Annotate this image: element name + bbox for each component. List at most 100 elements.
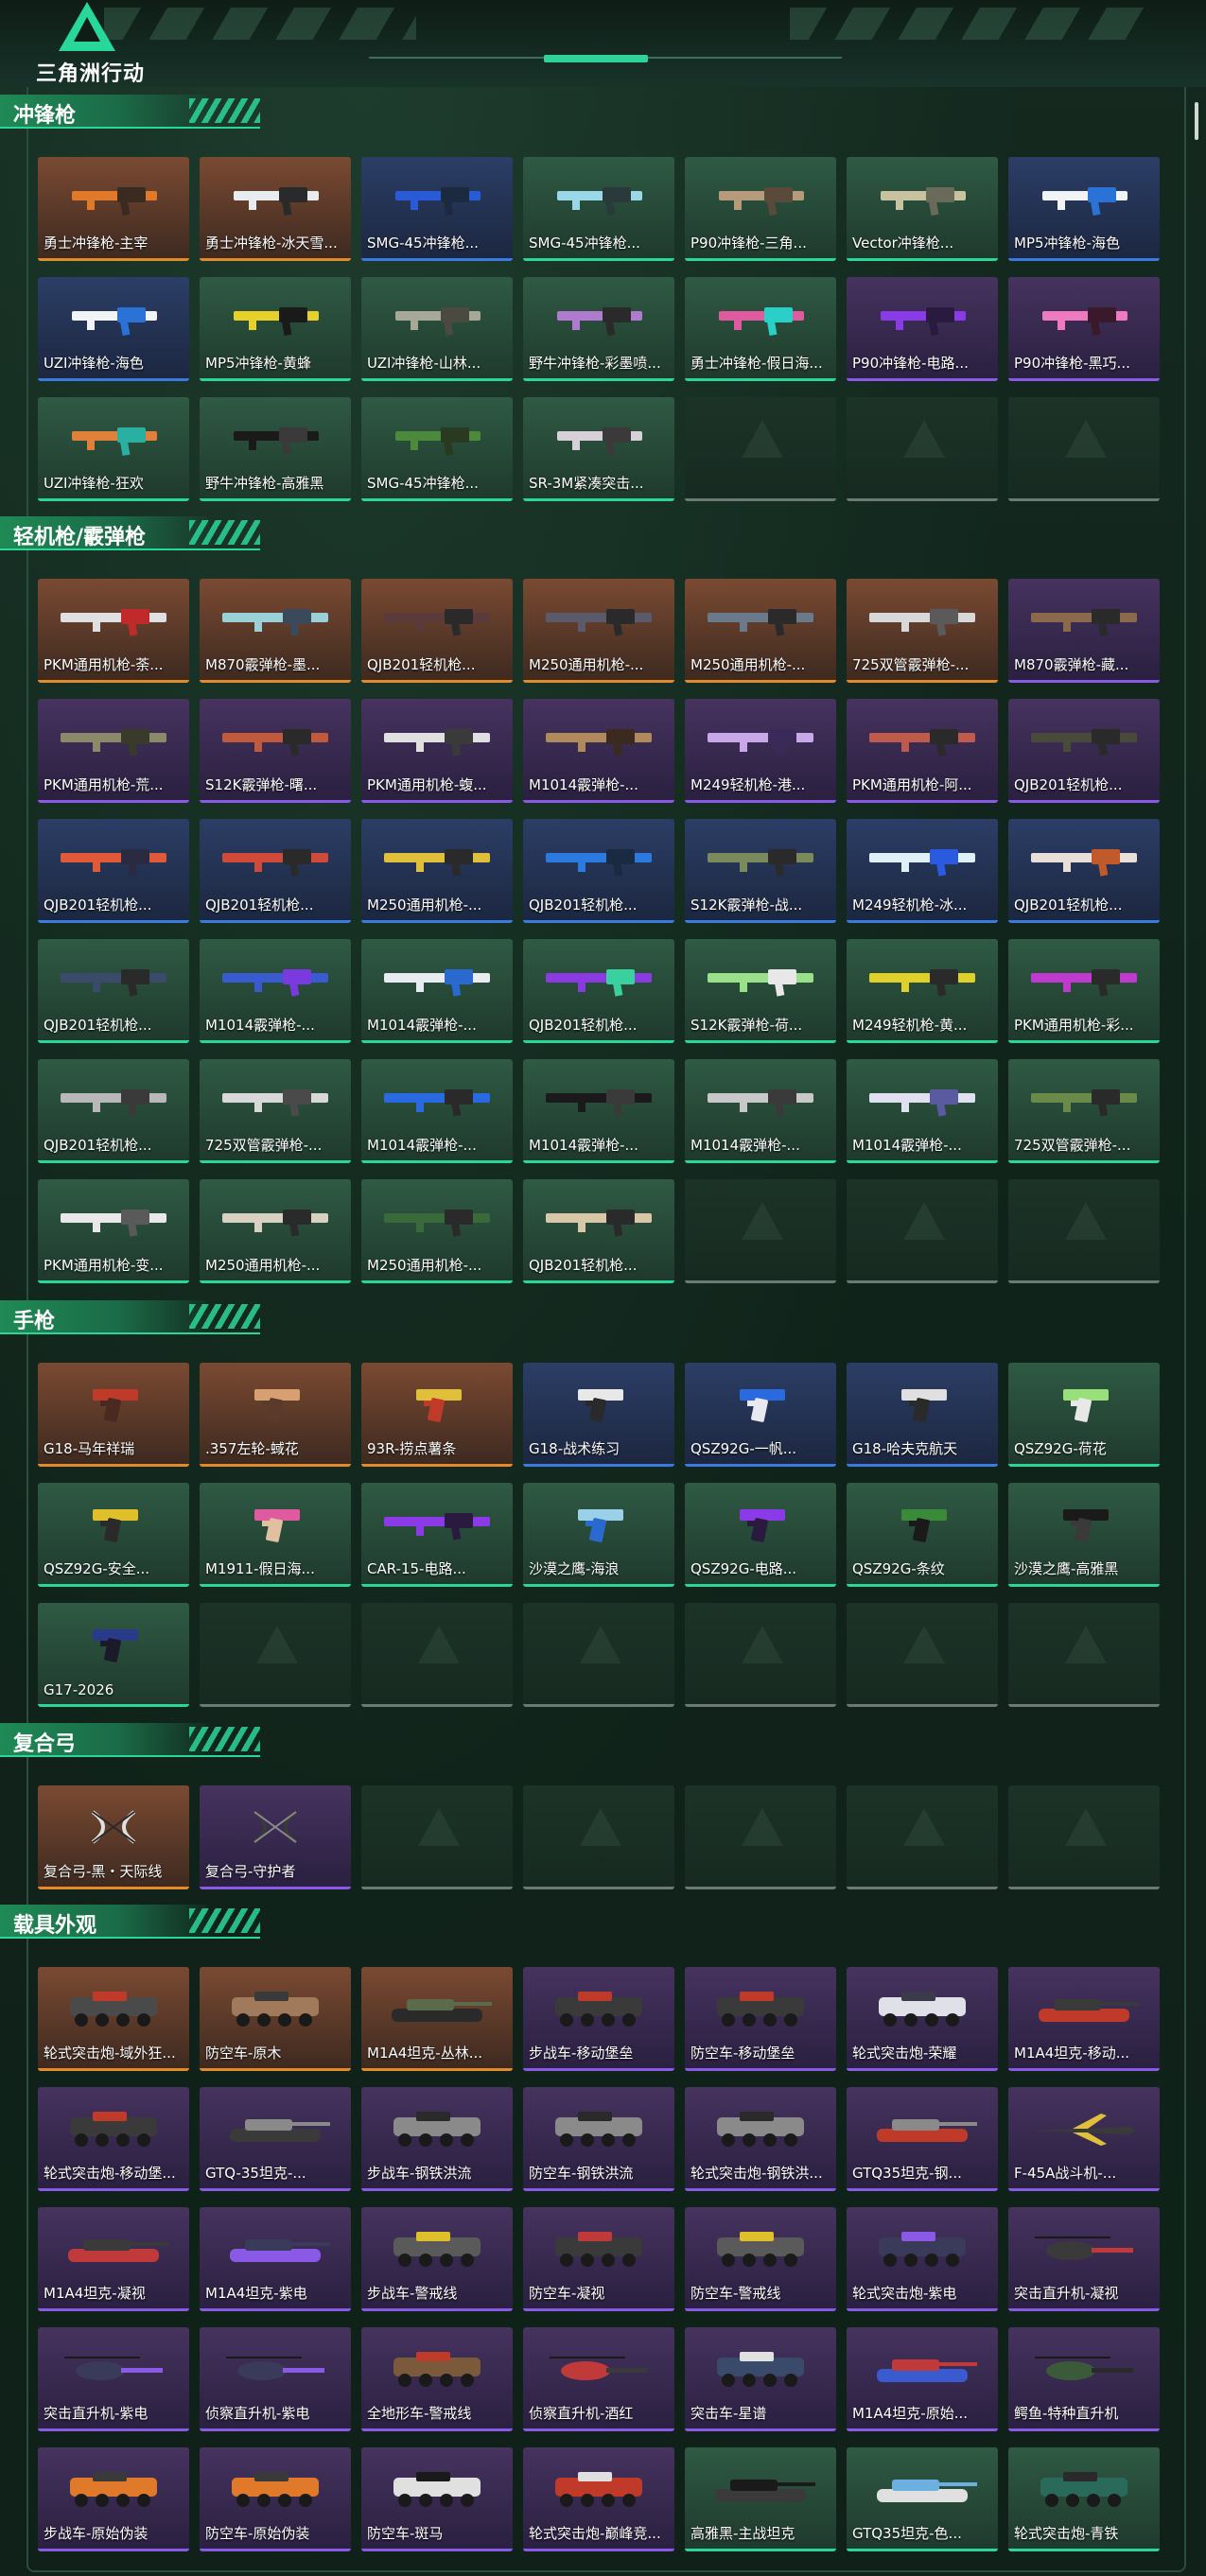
- skin-card[interactable]: 步战车-移动堡垒: [523, 1967, 674, 2071]
- skin-card[interactable]: G18-战术练习: [523, 1363, 674, 1467]
- skin-card[interactable]: M249轻机枪-港...: [685, 699, 836, 803]
- skin-card[interactable]: M1911-假日海...: [200, 1483, 351, 1587]
- skin-card[interactable]: 防空车-警戒线: [685, 2207, 836, 2311]
- skin-card[interactable]: M870霰弹枪-藏...: [1008, 579, 1160, 683]
- skin-card[interactable]: F-45A战斗机-...: [1008, 2087, 1160, 2191]
- skin-card[interactable]: 防空车-原始伪装: [200, 2447, 351, 2551]
- skin-card[interactable]: 725双管霰弹枪-...: [1008, 1059, 1160, 1163]
- skin-card[interactable]: PKM通用机枪-阿...: [847, 699, 998, 803]
- skin-card[interactable]: QJB201轻机枪...: [361, 579, 513, 683]
- skin-card[interactable]: 防空车-钢铁洪流: [523, 2087, 674, 2191]
- skin-card[interactable]: 野牛冲锋枪-彩墨喷...: [523, 277, 674, 381]
- skin-card[interactable]: GTQ35坦克-色...: [847, 2447, 998, 2551]
- skin-card[interactable]: 野牛冲锋枪-高雅黑: [200, 397, 351, 501]
- skin-card[interactable]: 轮式突击炮-紫电: [847, 2207, 998, 2311]
- skin-card[interactable]: M1A4坦克-紫电: [200, 2207, 351, 2311]
- skin-card[interactable]: 防空车-原木: [200, 1967, 351, 2071]
- skin-card[interactable]: 防空车-凝视: [523, 2207, 674, 2311]
- skin-card[interactable]: S12K霰弹枪-战...: [685, 819, 836, 923]
- skin-card[interactable]: SMG-45冲锋枪...: [361, 397, 513, 501]
- skin-card[interactable]: QSZ92G-一帆...: [685, 1363, 836, 1467]
- skin-card[interactable]: 突击车-星谱: [685, 2327, 836, 2431]
- skin-card[interactable]: QJB201轻机枪...: [38, 819, 189, 923]
- skin-card[interactable]: Vector冲锋枪...: [847, 157, 998, 261]
- skin-card[interactable]: QJB201轻机枪...: [38, 1059, 189, 1163]
- skin-card[interactable]: 突击直升机-凝视: [1008, 2207, 1160, 2311]
- skin-card[interactable]: M250通用机枪-...: [523, 579, 674, 683]
- skin-card[interactable]: PKM通用机枪-荼...: [38, 579, 189, 683]
- skin-card[interactable]: QSZ92G-安全...: [38, 1483, 189, 1587]
- skin-card[interactable]: 725双管霰弹枪-...: [200, 1059, 351, 1163]
- skin-card[interactable]: 轮式突击炮-巅峰竞...: [523, 2447, 674, 2551]
- skin-card[interactable]: M1014霰弹枪-...: [523, 699, 674, 803]
- skin-card[interactable]: P90冲锋枪-三角...: [685, 157, 836, 261]
- skin-card[interactable]: QJB201轻机枪...: [523, 819, 674, 923]
- skin-card[interactable]: QJB201轻机枪...: [1008, 699, 1160, 803]
- skin-card[interactable]: PKM通用机枪-彩...: [1008, 939, 1160, 1043]
- skin-card[interactable]: .357左轮-蜮花: [200, 1363, 351, 1467]
- skin-card[interactable]: M1014霰弹枪-...: [685, 1059, 836, 1163]
- skin-card[interactable]: M249轻机枪-冰...: [847, 819, 998, 923]
- skin-card[interactable]: 全地形车-警戒线: [361, 2327, 513, 2431]
- skin-card[interactable]: 轮式突击炮-荣耀: [847, 1967, 998, 2071]
- scrollbar-thumb[interactable]: [1195, 102, 1198, 140]
- skin-card[interactable]: G17-2026: [38, 1603, 189, 1707]
- skin-card[interactable]: M1014霰弹枪-...: [361, 939, 513, 1043]
- skin-card[interactable]: UZI冲锋枪-狂欢: [38, 397, 189, 501]
- skin-card[interactable]: 侦察直升机-紫电: [200, 2327, 351, 2431]
- skin-card[interactable]: 步战车-警戒线: [361, 2207, 513, 2311]
- skin-card[interactable]: 沙漠之鹰-高雅黑: [1008, 1483, 1160, 1587]
- skin-card[interactable]: M870霰弹枪-墨...: [200, 579, 351, 683]
- skin-card[interactable]: P90冲锋枪-电路...: [847, 277, 998, 381]
- skin-card[interactable]: MP5冲锋枪-海色: [1008, 157, 1160, 261]
- skin-card[interactable]: SMG-45冲锋枪...: [361, 157, 513, 261]
- skin-card[interactable]: G18-哈夫克航天: [847, 1363, 998, 1467]
- skin-card[interactable]: QSZ92G-电路...: [685, 1483, 836, 1587]
- skin-card[interactable]: SR-3M紧凑突击...: [523, 397, 674, 501]
- skin-card[interactable]: SMG-45冲锋枪...: [523, 157, 674, 261]
- skin-card[interactable]: GTQ-35坦克-...: [200, 2087, 351, 2191]
- skin-card[interactable]: 高雅黑-主战坦克: [685, 2447, 836, 2551]
- skin-card[interactable]: QSZ92G-条纹: [847, 1483, 998, 1587]
- skin-card[interactable]: M1A4坦克-丛林...: [361, 1967, 513, 2071]
- skin-card[interactable]: S12K霰弹枪-曙...: [200, 699, 351, 803]
- skin-card[interactable]: M1014霰弹枪-...: [847, 1059, 998, 1163]
- skin-card[interactable]: M249轻机枪-黄...: [847, 939, 998, 1043]
- skin-card[interactable]: 勇士冲锋枪-假日海...: [685, 277, 836, 381]
- skin-card[interactable]: 侦察直升机-酒红: [523, 2327, 674, 2431]
- skin-card[interactable]: M250通用机枪-...: [200, 1179, 351, 1283]
- skin-card[interactable]: QJB201轻机枪...: [523, 939, 674, 1043]
- skin-card[interactable]: M250通用机枪-...: [361, 819, 513, 923]
- skin-card[interactable]: M250通用机枪-...: [685, 579, 836, 683]
- skin-card[interactable]: 复合弓-守护者: [200, 1785, 351, 1889]
- skin-card[interactable]: 轮式突击炮-移动堡...: [38, 2087, 189, 2191]
- skin-card[interactable]: PKM通用机枪-蝮...: [361, 699, 513, 803]
- skin-card[interactable]: QJB201轻机枪...: [38, 939, 189, 1043]
- skin-card[interactable]: PKM通用机枪-荒...: [38, 699, 189, 803]
- skin-card[interactable]: M1014霰弹枪-...: [361, 1059, 513, 1163]
- skin-card[interactable]: UZI冲锋枪-山林...: [361, 277, 513, 381]
- skin-card[interactable]: 步战车-钢铁洪流: [361, 2087, 513, 2191]
- skin-card[interactable]: GTQ35坦克-钢...: [847, 2087, 998, 2191]
- skin-card[interactable]: 轮式突击炮-青铁: [1008, 2447, 1160, 2551]
- skin-card[interactable]: QJB201轻机枪...: [1008, 819, 1160, 923]
- skin-card[interactable]: QSZ92G-荷花: [1008, 1363, 1160, 1467]
- skin-card[interactable]: M1014霰弹枪-...: [523, 1059, 674, 1163]
- skin-card[interactable]: 轮式突击炮-钢铁洪...: [685, 2087, 836, 2191]
- skin-card[interactable]: 防空车-移动堡垒: [685, 1967, 836, 2071]
- skin-card[interactable]: UZI冲锋枪-海色: [38, 277, 189, 381]
- skin-card[interactable]: 鳄鱼-特种直升机: [1008, 2327, 1160, 2431]
- skin-card[interactable]: M1A4坦克-凝视: [38, 2207, 189, 2311]
- skin-card[interactable]: M1A4坦克-移动...: [1008, 1967, 1160, 2071]
- skin-card[interactable]: MP5冲锋枪-黄蜂: [200, 277, 351, 381]
- skin-card[interactable]: 复合弓-黑・天际线: [38, 1785, 189, 1889]
- skin-card[interactable]: P90冲锋枪-黑巧...: [1008, 277, 1160, 381]
- skin-card[interactable]: QJB201轻机枪...: [523, 1179, 674, 1283]
- skin-card[interactable]: QJB201轻机枪...: [200, 819, 351, 923]
- skin-card[interactable]: PKM通用机枪-变...: [38, 1179, 189, 1283]
- skin-card[interactable]: M1014霰弹枪-...: [200, 939, 351, 1043]
- skin-card[interactable]: M1A4坦克-原始...: [847, 2327, 998, 2431]
- skin-card[interactable]: CAR-15-电路...: [361, 1483, 513, 1587]
- skin-card[interactable]: 93R-捞点薯条: [361, 1363, 513, 1467]
- skin-card[interactable]: 沙漠之鹰-海浪: [523, 1483, 674, 1587]
